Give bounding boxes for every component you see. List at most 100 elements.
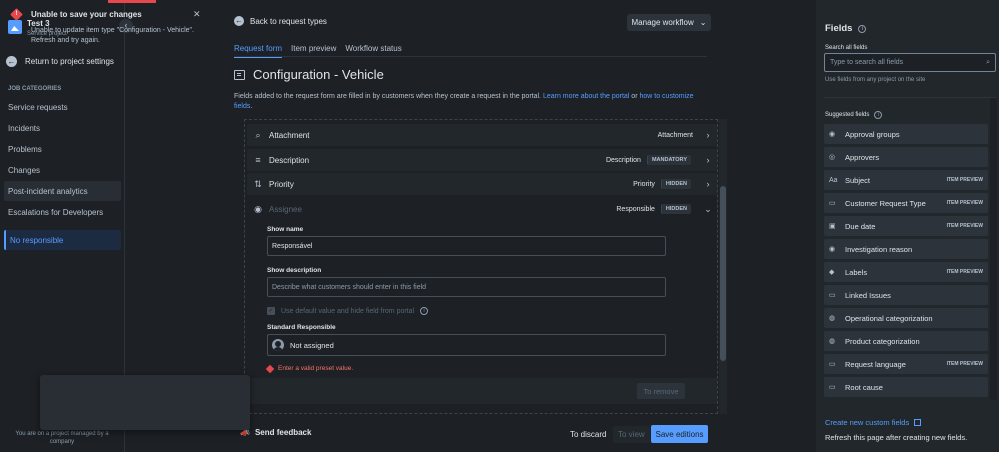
chevron-right-icon[interactable]: › [699,179,717,189]
field-row-attachment[interactable]: ⌕ Attachment Attachment › [247,124,717,146]
managed-project-note: You are on a project managed by a compan… [15,431,109,445]
error-flag [40,375,250,430]
discard-button[interactable]: To discard [566,426,610,443]
field-item-customer-request-type[interactable]: ▭ Customer Request Type ITEM PREVIEW [824,193,988,213]
field-item-request-language[interactable]: ▭ Request language ITEM PREVIEW [824,354,988,374]
field-item-name: Customer Request Type [845,198,926,208]
field-item-approval-groups[interactable]: ◉ Approval groups [824,124,988,144]
field-item-labels[interactable]: ◆ Labels ITEM PREVIEW [824,262,988,282]
field-item-root-cause[interactable]: ▭ Root cause [824,377,988,397]
cascade-icon: ◍ [829,338,836,345]
field-item-name: Labels [845,267,868,277]
chevron-right-icon[interactable]: › [699,130,717,140]
person-circle-icon: ◎ [829,154,836,161]
back-to-request-types-link[interactable]: ← Back to request types [234,16,327,26]
field-item-investigation-reason[interactable]: ◉ Investigation reason [824,239,988,259]
sidebar-item-post-incident[interactable]: Post-incident analytics [4,181,121,201]
suggested-fields-list: ◉ Approval groups ◎ Approvers Aa Subject ITE… [824,124,988,400]
learn-portal-link[interactable]: Learn more about the portal [543,93,629,100]
user-avatar-icon [272,339,284,351]
info-icon[interactable]: i [858,24,867,33]
field-icon: ▭ [829,200,836,207]
remove-field-button[interactable]: To remove [637,383,685,399]
checkbox-icon: ✓ [267,307,275,315]
sidebar-item-escalations[interactable]: Escalations for Developers [4,202,121,222]
field-item-due-date[interactable]: ▣ Due date ITEM PREVIEW [824,216,988,236]
send-feedback-button[interactable]: 📣 Send feedback [240,428,311,437]
chevron-down-icon[interactable]: ⌄ [699,204,717,215]
field-item-product-categorization[interactable]: ◍ Product categorization [824,331,988,351]
job-categories-heading: JOB CATEGORIES [8,86,62,92]
sidebar-item-incidents[interactable]: Incidents [4,118,121,138]
lines-icon: ≡ [255,155,261,165]
standard-responsible-label: Standard Responsible [267,324,336,331]
close-icon[interactable]: ✕ [193,9,201,20]
chevron-right-icon[interactable]: › [699,155,717,165]
error-text: Enter a valid preset value. [278,365,354,372]
sidebar-item-changes[interactable]: Changes [4,160,121,180]
return-to-settings-link[interactable]: ← Return to project settings [6,53,122,69]
checkbox-label: Use default value and hide field from po… [281,307,415,315]
sidebar-item-problems[interactable]: Problems [4,139,121,159]
field-item-subject[interactable]: Aa Subject ITEM PREVIEW [824,170,988,190]
field-item-name: Approvers [845,152,880,162]
right-divider [824,97,996,98]
field-label: Priority [633,180,655,188]
standard-responsible-picker[interactable]: Not assigned [267,334,666,356]
standard-responsible-value: Not assigned [290,340,334,350]
field-name: Attachment [269,130,310,140]
tabs-divider [234,56,707,57]
manage-workflow-button[interactable]: Manage workflow ⌄ [627,14,711,31]
field-row-assignee[interactable]: ◉ Assignee Responsible HIDDEN ⌄ [247,198,717,220]
chevron-down-icon: ⌄ [699,18,707,27]
hidden-badge: HIDDEN [660,204,691,214]
field-icon: ▭ [829,384,836,391]
error-flag-title: Unable to save your changes [31,10,142,19]
info-icon[interactable]: i [420,307,429,315]
field-item-name: Investigation reason [845,244,913,254]
field-label: Attachment [657,131,693,139]
sidebar-item-service-requests[interactable]: Service requests [4,97,121,117]
mandatory-badge: MANDATORY [646,155,691,165]
fields-scrollbar-thumb[interactable] [720,186,726,361]
tag-icon: ◆ [829,269,835,276]
default-value-checkbox[interactable]: ✓ Use default value and hide field from … [267,307,429,315]
field-row-description[interactable]: ≡ Description Description MANDATORY › [247,149,717,171]
cascade-icon: ◍ [829,315,836,322]
sidebar-item-no-responsible[interactable]: No responsible [4,230,121,250]
field-icon: ▭ [829,292,836,299]
field-item-badge: ITEM PREVIEW [946,177,983,183]
desc-end: . [250,103,253,110]
save-editions-button[interactable]: Save editions [651,425,708,443]
suggested-fields-scrollbar[interactable] [990,98,997,400]
field-row-priority[interactable]: ⇅ Priority Priority HIDDEN › [247,173,717,195]
field-item-name: Due date [845,221,876,231]
field-item-name: Linked Issues [845,290,891,300]
error-flag-body: Unable to update item type "Configuratio… [31,27,194,44]
field-item-approvers[interactable]: ◎ Approvers [824,147,988,167]
field-item-linked-issues[interactable]: ▭ Linked Issues [824,285,988,305]
person-icon: ◉ [254,203,262,214]
create-custom-fields-link[interactable]: Create new custom fields [825,418,922,427]
field-item-name: Product categorization [845,336,920,346]
error-flag-icon: ! [10,8,23,21]
priority-icon: ⇅ [254,178,262,189]
search-icon: ⌕ [986,58,990,66]
field-icon: ▭ [829,361,836,368]
request-type-icon [234,69,245,80]
back-arrow-icon: ← [234,16,244,26]
paperclip-icon: ⌕ [255,129,261,140]
refresh-note: Refresh this page after creating new fie… [825,433,968,442]
info-icon[interactable]: i [874,111,883,119]
page-title: Configuration - Vehicle [234,67,384,82]
view-button[interactable]: To view [613,426,650,443]
external-link-icon [914,419,922,426]
show-description-input[interactable]: Describe what customers should enter in … [267,277,666,297]
show-name-input[interactable]: Responsável [267,236,666,256]
field-item-operational-categorization[interactable]: ◍ Operational categorization [824,308,988,328]
manage-workflow-label: Manage workflow [631,18,694,27]
error-icon [265,364,275,373]
field-item-name: Root cause [845,382,883,392]
field-item-badge: ITEM PREVIEW [946,223,983,229]
search-fields-input[interactable]: Type to search all fields ⌕ [824,53,996,72]
